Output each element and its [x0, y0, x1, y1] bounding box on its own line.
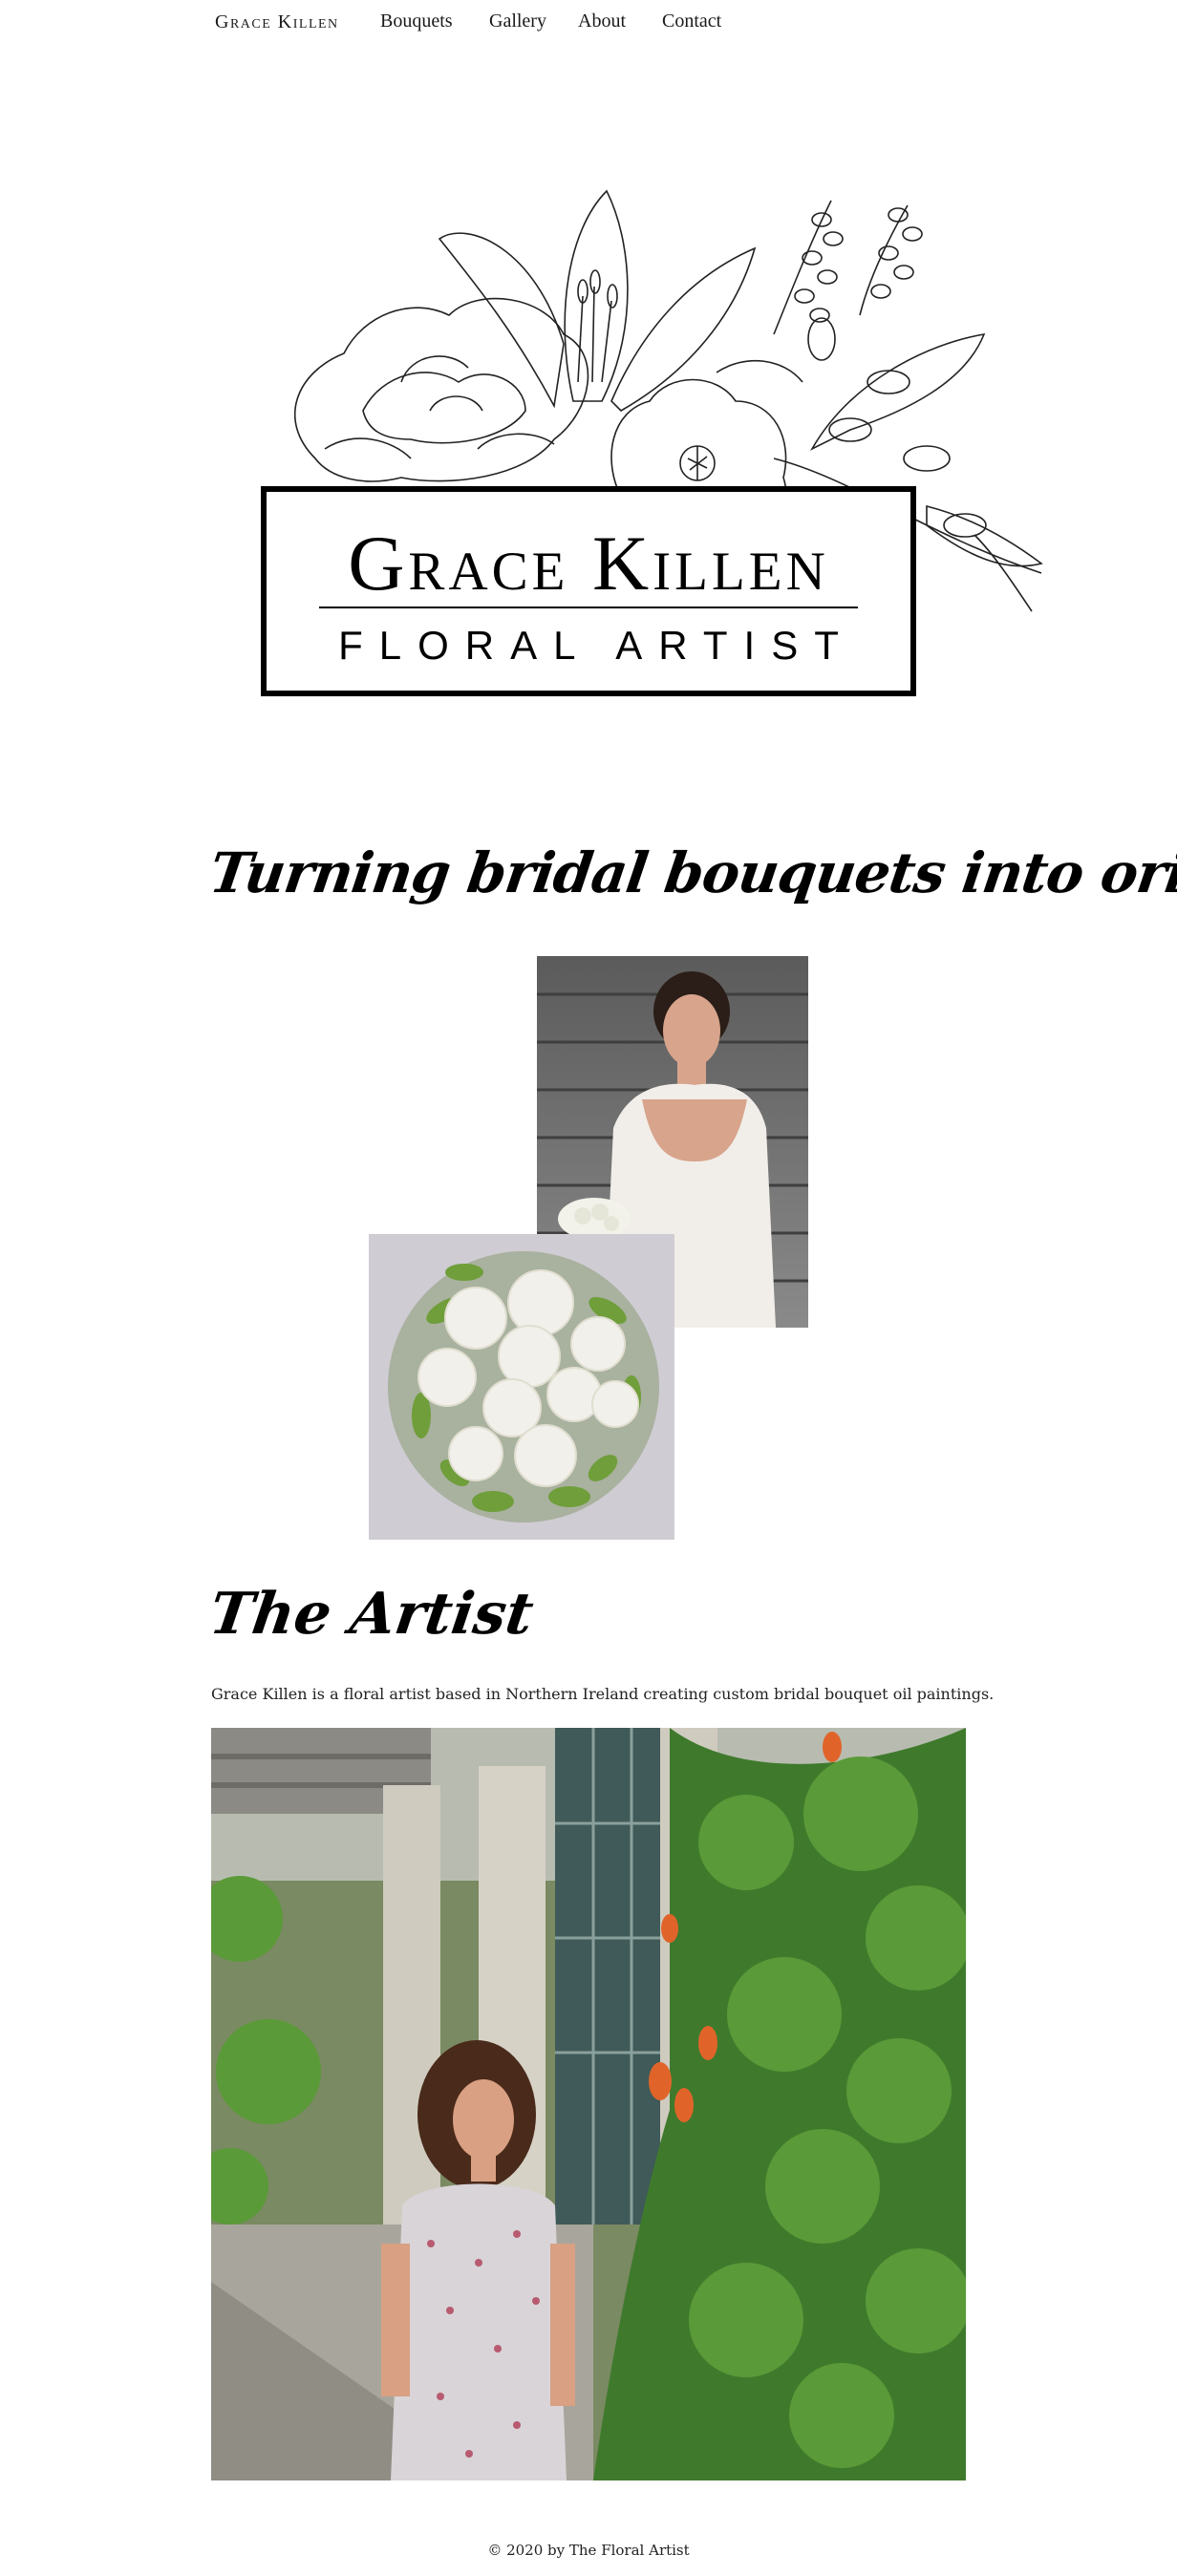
logo-subtitle: FLORAL ARTIST: [338, 623, 855, 668]
nav-link-about[interactable]: About: [578, 11, 626, 32]
nav-link-contact[interactable]: Contact: [662, 11, 721, 32]
nav-brand-link[interactable]: Grace Killen: [215, 11, 339, 33]
nav-link-gallery[interactable]: Gallery: [489, 11, 546, 32]
logo-divider: [319, 607, 858, 608]
footer-copyright: © 2020 by The Floral Artist: [487, 2542, 690, 2559]
nav-link-bouquets[interactable]: Bouquets: [380, 11, 453, 32]
artist-bio: Grace Killen is a floral artist based in…: [211, 1685, 995, 1703]
logo-wordmark: Grace Killen FLORAL ARTIST: [261, 486, 916, 696]
bouquet-painting-photo: [369, 1234, 674, 1540]
logo-name: Grace Killen: [348, 520, 829, 607]
artist-portrait-photo: [211, 1728, 966, 2480]
hero-tagline: Turning bridal bouquets into original pi…: [205, 841, 1177, 905]
top-nav: Grace Killen Bouquets Gallery About Cont…: [0, 0, 1177, 46]
artist-heading: The Artist: [205, 1581, 538, 1648]
